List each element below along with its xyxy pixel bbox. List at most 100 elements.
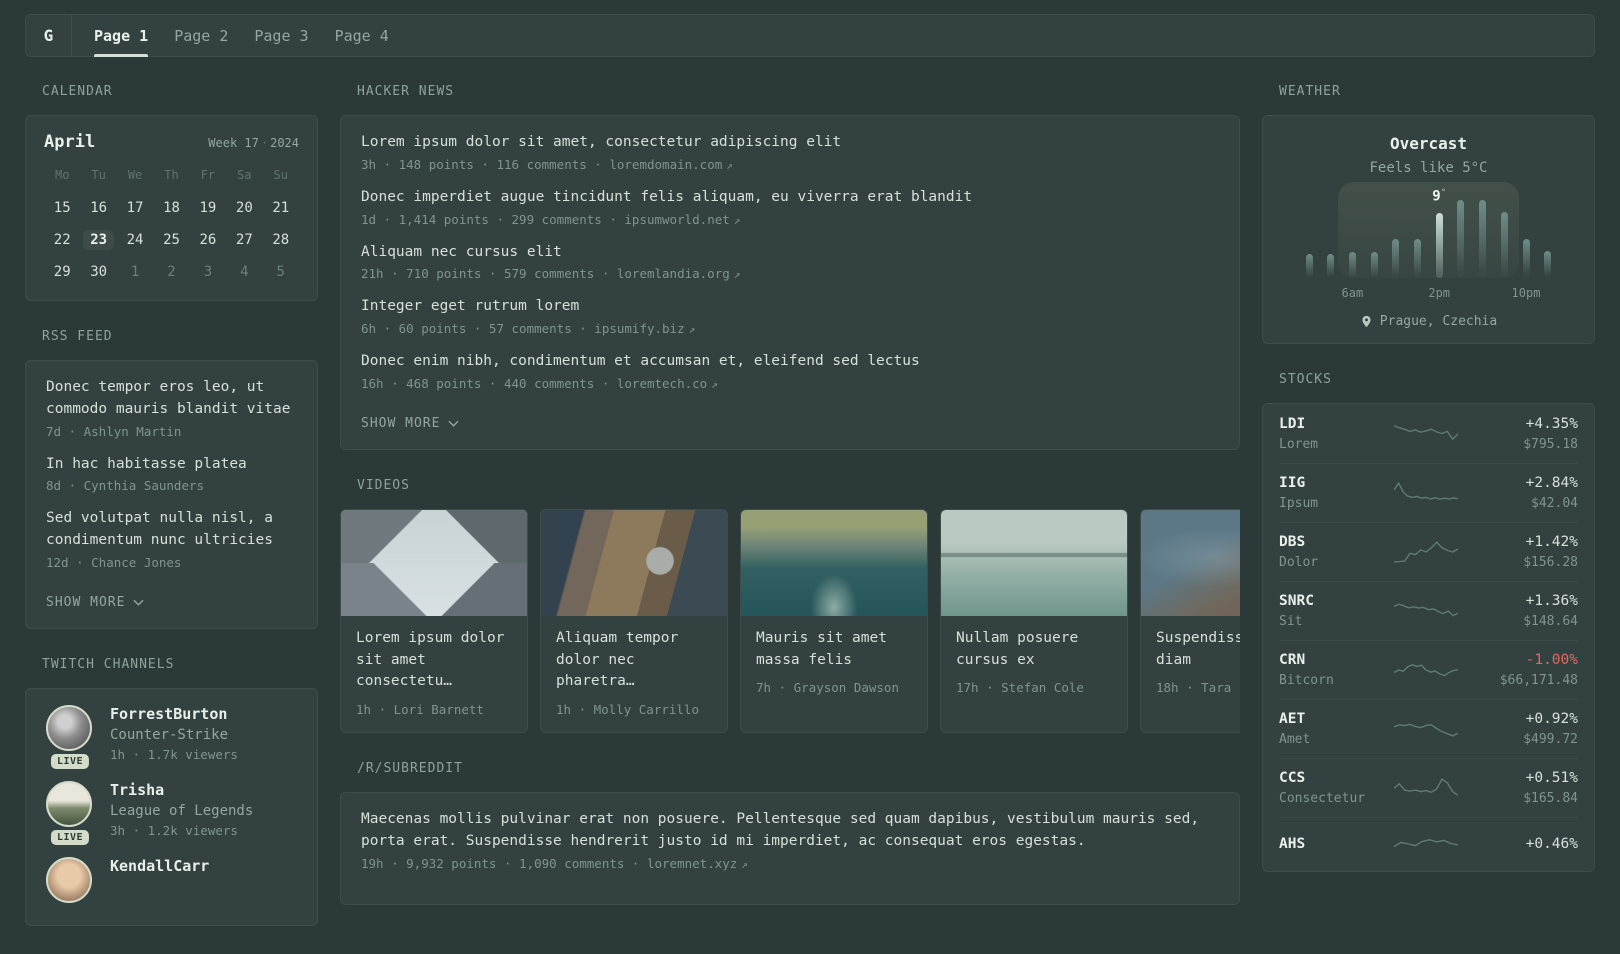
hackernews-domain-link[interactable]: loremtech.co bbox=[617, 376, 707, 391]
calendar-header: April Week 17 · 2024 bbox=[44, 132, 299, 152]
stock-row[interactable]: LDI Lorem +4.35% $795.18 bbox=[1279, 405, 1578, 463]
twitch-avatar-wrap: LIVE bbox=[46, 780, 94, 845]
calendar-day[interactable]: 16 bbox=[80, 192, 116, 224]
video-thumbnail bbox=[741, 509, 927, 616]
rss-show-more-button[interactable]: SHOW MORE bbox=[46, 594, 145, 610]
hackernews-meta-text: 16h · 468 points · 440 comments · bbox=[361, 375, 617, 391]
hackernews-item-meta: 3h · 148 points · 116 comments · loremdo… bbox=[361, 157, 1219, 172]
calendar-day[interactable]: 21 bbox=[263, 192, 299, 224]
calendar-day[interactable]: 28 bbox=[263, 224, 299, 256]
video-title: Suspendisse diam bbox=[1156, 629, 1240, 668]
calendar-day[interactable]: 24 bbox=[117, 224, 153, 256]
stock-row[interactable]: CRN Bitcorn -1.00% $66,171.48 bbox=[1279, 640, 1578, 699]
twitch-channel-row[interactable]: LIVE Trisha League of Legends 3h · 1.2k vie… bbox=[46, 780, 297, 845]
calendar-day[interactable]: 15 bbox=[44, 192, 80, 224]
rss-item-title[interactable]: In hac habitasse platea bbox=[46, 454, 297, 476]
calendar-day[interactable]: 19 bbox=[190, 192, 226, 224]
video-card[interactable]: Mauris sit amet massa felis 7h · Grayson … bbox=[740, 508, 928, 733]
show-more-label: SHOW MORE bbox=[46, 594, 126, 610]
tab-page-3[interactable]: Page 3 bbox=[241, 15, 321, 56]
stock-name: Dolor bbox=[1279, 555, 1319, 570]
stock-row[interactable]: IIG Ipsum +2.84% $42.04 bbox=[1279, 463, 1578, 522]
calendar-day-number: 26 bbox=[199, 232, 217, 248]
calendar-day[interactable]: 20 bbox=[226, 192, 262, 224]
subreddit-domain-link[interactable]: loremnet.xyz bbox=[647, 856, 737, 871]
subreddit-item-title[interactable]: Maecenas mollis pulvinar erat non posuer… bbox=[361, 809, 1219, 853]
stock-row[interactable]: AET Amet +0.92% $499.72 bbox=[1279, 699, 1578, 758]
navbar: G Page 1 Page 2 Page 3 Page 4 bbox=[25, 14, 1595, 57]
middle-column: HACKER NEWS Lorem ipsum dolor sit amet, … bbox=[340, 84, 1240, 933]
calendar-day[interactable]: 18 bbox=[153, 192, 189, 224]
hackernews-show-more-button[interactable]: SHOW MORE bbox=[361, 416, 460, 431]
calendar-day[interactable]: 30 bbox=[80, 256, 116, 288]
stock-row[interactable]: CCS Consectetur +0.51% $165.84 bbox=[1279, 758, 1578, 817]
weather-hour-labels: 6am 2pm 10pm bbox=[1306, 286, 1552, 301]
rss-item-meta: 12d · Chance Jones bbox=[46, 554, 182, 570]
calendar-day[interactable]: 5 bbox=[263, 256, 299, 288]
tab-page-2[interactable]: Page 2 bbox=[161, 15, 241, 56]
calendar-day[interactable]: 1 bbox=[117, 256, 153, 288]
calendar-day[interactable]: 4 bbox=[226, 256, 262, 288]
hackernews-item: Lorem ipsum dolor sit amet, consectetur … bbox=[361, 132, 1219, 172]
hackernews-domain-link[interactable]: loremdomain.com bbox=[609, 157, 722, 172]
twitch-widget: TWITCH CHANNELS LIVE ForrestBurton Counter… bbox=[25, 657, 318, 926]
chevron-down-icon bbox=[448, 420, 460, 428]
stock-symbol: LDI bbox=[1279, 416, 1306, 432]
calendar-day[interactable]: 22 bbox=[44, 224, 80, 256]
hour-label: 2pm bbox=[1428, 286, 1451, 300]
hackernews-item-title[interactable]: Donec imperdiet augue tincidunt felis al… bbox=[361, 187, 1219, 209]
hackernews-domain-link[interactable]: loremlandia.org bbox=[617, 266, 730, 281]
stock-info: LDI Lorem bbox=[1279, 416, 1394, 452]
daylight-region bbox=[1337, 182, 1519, 278]
video-card[interactable]: Lorem ipsum dolor sit amet consectetu… 1h… bbox=[340, 508, 528, 733]
calendar-month: April bbox=[44, 132, 96, 152]
weekday-label: Th bbox=[164, 168, 179, 182]
hackernews-item-title[interactable]: Integer eget rutrum lorem bbox=[361, 296, 1219, 318]
calendar-day[interactable]: 29 bbox=[44, 256, 80, 288]
hackernews-domain-link[interactable]: ipsumworld.net bbox=[624, 212, 729, 227]
twitch-avatar-wrap bbox=[46, 856, 94, 903]
calendar-day-number: 19 bbox=[199, 200, 217, 216]
stock-row[interactable]: DBS Dolor +1.42% $156.28 bbox=[1279, 522, 1578, 581]
subreddit-card: Maecenas mollis pulvinar erat non posuer… bbox=[340, 792, 1240, 905]
video-card[interactable]: Aliquam tempor dolor nec pharetra… 1h · M… bbox=[540, 508, 728, 733]
twitch-avatar-wrap: LIVE bbox=[46, 704, 94, 769]
hackernews-domain-link[interactable]: ipsumify.biz bbox=[594, 321, 684, 336]
calendar-day[interactable]: 23 bbox=[80, 224, 116, 256]
right-column: WEATHER Overcast Feels like 5°C 9° 6am 2p… bbox=[1262, 84, 1595, 900]
hackernews-section-title: HACKER NEWS bbox=[357, 84, 455, 99]
calendar-day[interactable]: 2 bbox=[153, 256, 189, 288]
calendar-day-grid: 15 16 17 18 19 20 21 22 23 24 25 26 27 28 29 30 1 2 3 4 5 bbox=[44, 192, 299, 288]
rss-item-title[interactable]: Sed volutpat nulla nisl, a condimentum n… bbox=[46, 508, 297, 552]
stock-change: +4.35% bbox=[1525, 416, 1578, 432]
stock-values: +1.36% $148.64 bbox=[1474, 593, 1578, 629]
stock-row[interactable]: SNRC Sit +1.36% $148.64 bbox=[1279, 581, 1578, 640]
calendar-day[interactable]: 25 bbox=[153, 224, 189, 256]
calendar-day[interactable]: 17 bbox=[117, 192, 153, 224]
calendar-day[interactable]: 26 bbox=[190, 224, 226, 256]
calendar-day[interactable]: 3 bbox=[190, 256, 226, 288]
calendar-day[interactable]: 27 bbox=[226, 224, 262, 256]
rss-item-title[interactable]: Donec tempor eros leo, ut commodo mauris… bbox=[46, 377, 297, 421]
video-meta: 1h · Molly Carrillo bbox=[556, 702, 699, 717]
rss-item: In hac habitasse platea 8d · Cynthia Saun… bbox=[46, 454, 297, 494]
tab-page-1[interactable]: Page 1 bbox=[81, 15, 161, 57]
hackernews-item: Integer eget rutrum lorem 6h · 60 points … bbox=[361, 296, 1219, 336]
twitch-channel-row[interactable]: LIVE ForrestBurton Counter-Strike 1h · 1.7k… bbox=[46, 704, 297, 769]
video-card[interactable]: Nullam posuere cursus ex 17h · Stefan Col… bbox=[940, 508, 1128, 733]
stock-row[interactable]: AHS +0.46% bbox=[1279, 817, 1578, 870]
tab-page-4[interactable]: Page 4 bbox=[322, 15, 402, 56]
videos-section-title: VIDEOS bbox=[357, 477, 410, 493]
hackernews-item-title[interactable]: Aliquam nec cursus elit bbox=[361, 242, 1219, 264]
stock-change: -1.00% bbox=[1525, 652, 1578, 668]
app-logo[interactable]: G bbox=[26, 15, 72, 56]
twitch-channel-row[interactable]: KendallCarr bbox=[46, 856, 297, 903]
video-card[interactable]: Suspendisse diam 18h · Tara bbox=[1140, 508, 1240, 733]
hackernews-item-title[interactable]: Donec enim nibh, condimentum et accumsan… bbox=[361, 351, 1219, 373]
weather-bar-chart: 9° bbox=[1305, 182, 1552, 278]
stock-values: +4.35% $795.18 bbox=[1474, 416, 1578, 452]
hackernews-widget: HACKER NEWS Lorem ipsum dolor sit amet, … bbox=[340, 84, 1240, 450]
stock-price: $165.84 bbox=[1523, 791, 1578, 806]
hackernews-item-title[interactable]: Lorem ipsum dolor sit amet, consectetur … bbox=[361, 132, 1219, 154]
stock-info: AET Amet bbox=[1279, 711, 1394, 747]
